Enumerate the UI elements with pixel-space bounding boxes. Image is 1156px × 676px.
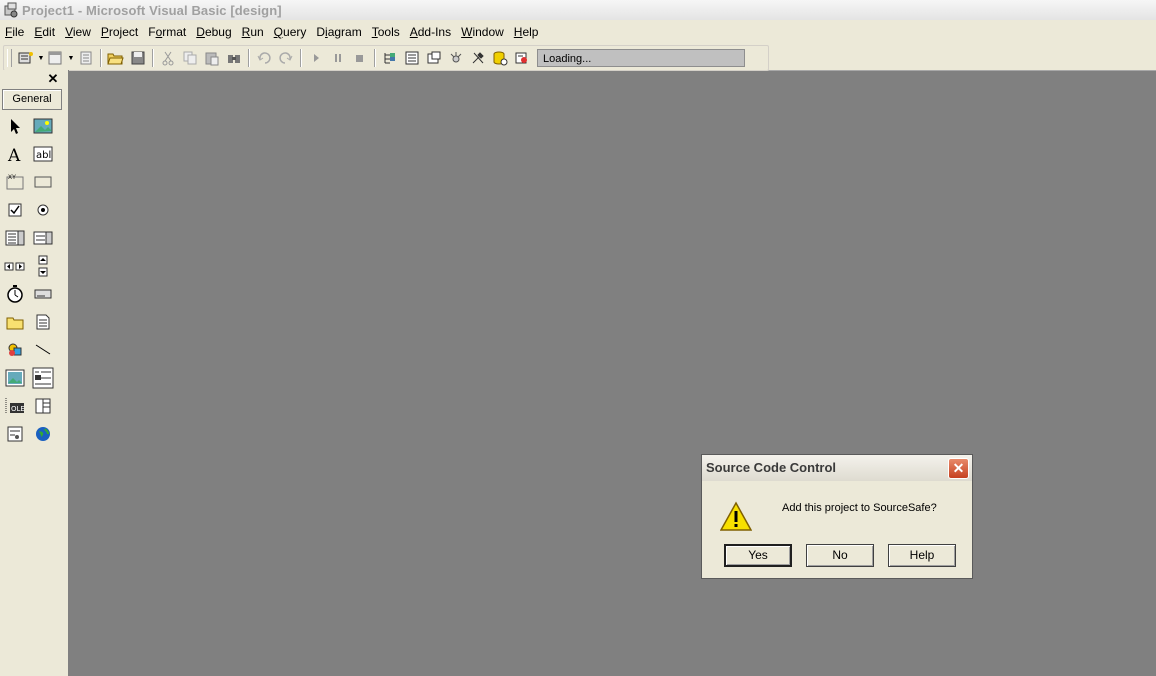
- no-button[interactable]: No: [806, 544, 874, 567]
- picture-clip-tool-icon[interactable]: [4, 423, 26, 445]
- dialog-title: Source Code Control: [706, 460, 837, 475]
- project-explorer-icon[interactable]: [379, 47, 401, 69]
- yes-button[interactable]: Yes: [724, 544, 792, 567]
- cut-icon[interactable]: [157, 47, 179, 69]
- filelistbox-tool-icon[interactable]: [32, 311, 54, 333]
- dialog-close-icon[interactable]: ✕: [948, 458, 969, 479]
- add-project-icon[interactable]: [15, 47, 37, 69]
- menu-item-file[interactable]: File: [0, 20, 29, 44]
- toolbar-separator: [100, 49, 102, 67]
- svg-text:XY: XY: [8, 175, 16, 181]
- combobox-tool-icon[interactable]: [4, 227, 26, 249]
- picturebox-tool-icon[interactable]: [32, 115, 54, 137]
- loading-status: Loading...: [537, 49, 745, 67]
- svg-text:A: A: [7, 146, 21, 163]
- break-icon[interactable]: [327, 47, 349, 69]
- data-tool-icon[interactable]: [32, 367, 54, 389]
- drivelistbox-tool-icon[interactable]: [32, 283, 54, 305]
- menu-item-view[interactable]: View: [60, 20, 96, 44]
- menu-item-edit[interactable]: Edit: [29, 20, 60, 44]
- menu-item-help[interactable]: Help: [509, 20, 544, 44]
- source-code-control-dialog: Source Code Control ✕ Add this project t…: [701, 454, 973, 579]
- menu-bar: File Edit View Project Format Debug Run Query Di…: [0, 20, 1156, 45]
- svg-text:OLE: OLE: [11, 405, 25, 413]
- commandbutton-tool-icon[interactable]: [32, 171, 54, 193]
- save-project-icon[interactable]: [127, 47, 149, 69]
- menu-item-run[interactable]: Run: [237, 20, 269, 44]
- toolbar-grip[interactable]: [7, 49, 12, 67]
- add-form-dropdown-icon[interactable]: ▼: [67, 47, 75, 69]
- toolbar-separator: [152, 49, 154, 67]
- hscrollbar-tool-icon[interactable]: [4, 255, 26, 277]
- properties-window-icon[interactable]: [401, 47, 423, 69]
- label-tool-icon[interactable]: A: [4, 143, 26, 165]
- help-button[interactable]: Help: [888, 544, 956, 567]
- menu-item-debug[interactable]: Debug: [191, 20, 236, 44]
- vscrollbar-tool-icon[interactable]: [32, 255, 54, 277]
- dialog-message: Add this project to SourceSafe?: [782, 502, 937, 514]
- menu-item-diagram[interactable]: Diagram: [311, 20, 366, 44]
- toolbar-separator: [300, 49, 302, 67]
- add-project-dropdown-icon[interactable]: ▼: [37, 47, 45, 69]
- toolbox-icon[interactable]: [467, 47, 489, 69]
- toolbox-close-icon[interactable]: ✕: [46, 72, 60, 86]
- ole-tool-icon[interactable]: OLE: [4, 395, 26, 417]
- title-bar[interactable]: Project1 - Microsoft Visual Basic [desig…: [0, 0, 1156, 20]
- web-browser-tool-icon[interactable]: [32, 423, 54, 445]
- start-icon[interactable]: [305, 47, 327, 69]
- dialog-title-bar[interactable]: Source Code Control ✕: [702, 455, 972, 481]
- redo-icon[interactable]: [275, 47, 297, 69]
- listbox-tool-icon[interactable]: [32, 227, 54, 249]
- warning-icon: [719, 501, 753, 533]
- timer-tool-icon[interactable]: [4, 283, 26, 305]
- dirlistbox-tool-icon[interactable]: [4, 311, 26, 333]
- end-icon[interactable]: [349, 47, 371, 69]
- window-title: Project1 - Microsoft Visual Basic [desig…: [22, 2, 282, 18]
- standard-toolbar: ▼ ▼ Loading...: [0, 44, 1156, 71]
- menu-item-window[interactable]: Window: [456, 20, 509, 44]
- add-form-icon[interactable]: [45, 47, 67, 69]
- menu-item-tools[interactable]: Tools: [367, 20, 405, 44]
- shape-tool-icon[interactable]: [4, 339, 26, 361]
- menu-item-add-ins[interactable]: Add-Ins: [405, 20, 456, 44]
- svg-text:abl: abl: [36, 150, 51, 161]
- toolbar-separator: [374, 49, 376, 67]
- copy-icon[interactable]: [179, 47, 201, 69]
- find-icon[interactable]: [223, 47, 245, 69]
- vb-ide-window: Project1 - Microsoft Visual Basic [desig…: [0, 0, 1156, 676]
- menu-item-query[interactable]: Query: [269, 20, 312, 44]
- frame-tool-icon[interactable]: XY: [4, 171, 26, 193]
- menu-editor-icon[interactable]: [75, 47, 97, 69]
- optionbutton-tool-icon[interactable]: [32, 199, 54, 221]
- line-tool-icon[interactable]: [32, 339, 54, 361]
- form-layout-icon[interactable]: [423, 47, 445, 69]
- paste-icon[interactable]: [201, 47, 223, 69]
- component-manager-icon[interactable]: [511, 47, 533, 69]
- image-tool-icon[interactable]: [4, 367, 26, 389]
- checkbox-tool-icon[interactable]: [4, 199, 26, 221]
- textbox-tool-icon[interactable]: abl: [32, 143, 54, 165]
- menu-item-format[interactable]: Format: [143, 20, 191, 44]
- data-view-icon[interactable]: [489, 47, 511, 69]
- open-project-icon[interactable]: [105, 47, 127, 69]
- toolbox-tab-general[interactable]: General: [2, 89, 62, 110]
- undo-icon[interactable]: [253, 47, 275, 69]
- data-repeater-tool-icon[interactable]: [32, 395, 54, 417]
- vb-app-icon: [3, 2, 19, 18]
- toolbar-separator: [248, 49, 250, 67]
- pointer-tool-icon[interactable]: [4, 115, 26, 137]
- menu-item-project[interactable]: Project: [96, 20, 143, 44]
- toolbox-panel: ✕ General A abl XY OLE: [0, 70, 69, 676]
- object-browser-icon[interactable]: [445, 47, 467, 69]
